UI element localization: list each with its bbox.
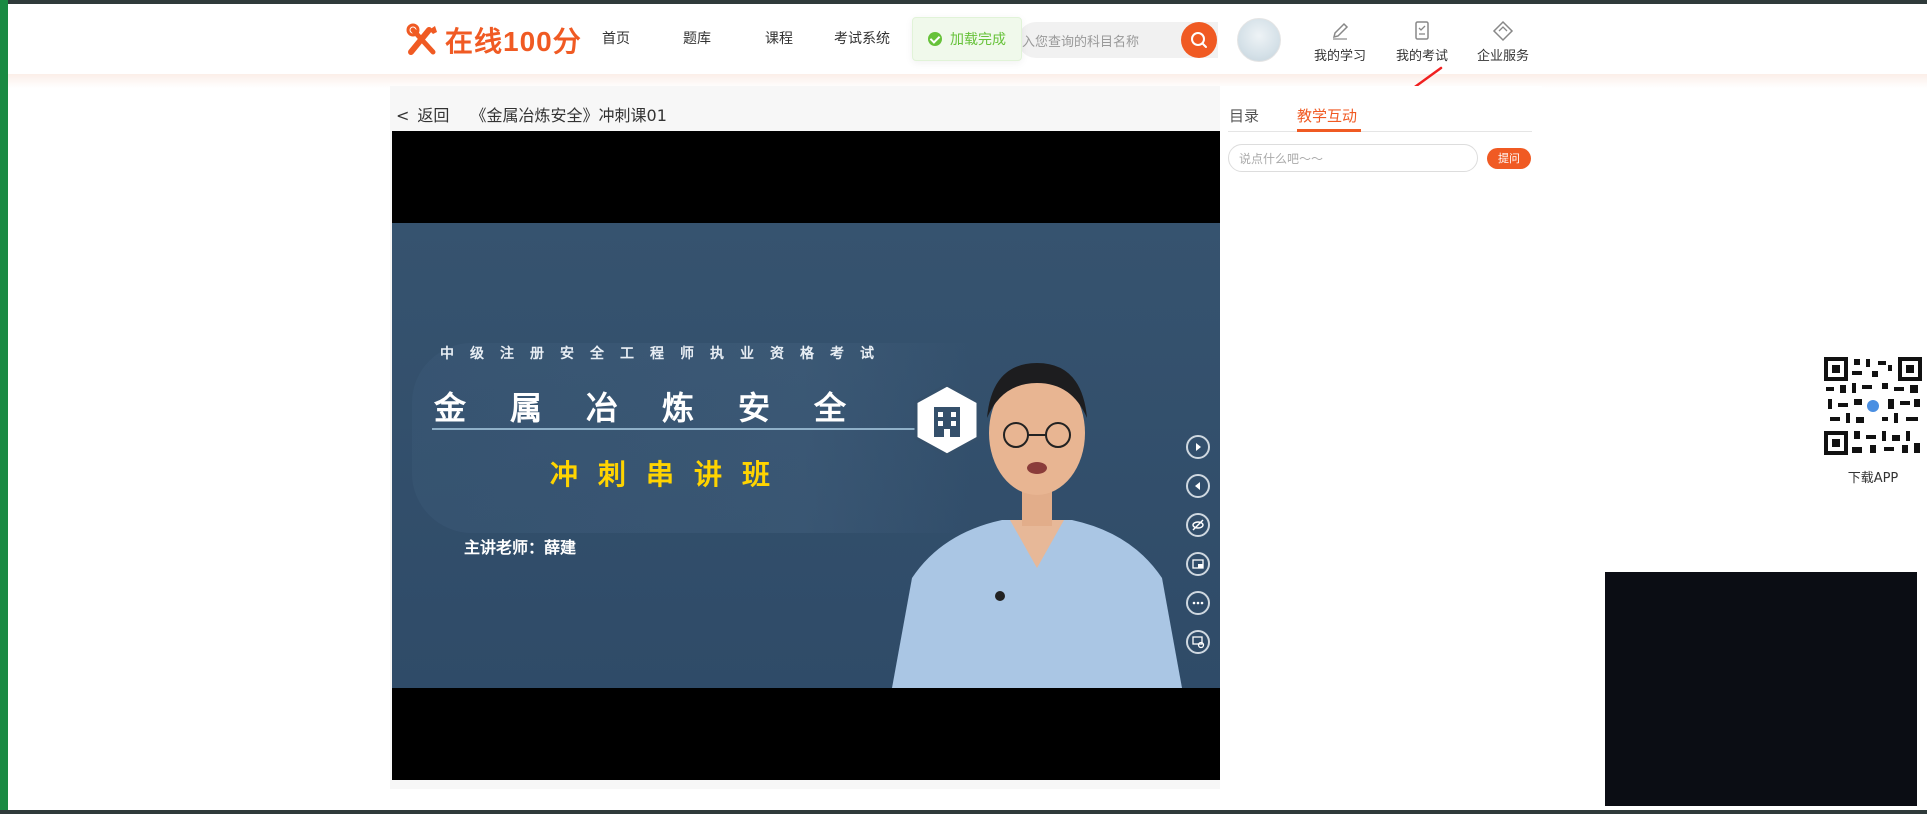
site-logo[interactable]: 在线100分 xyxy=(405,20,582,60)
active-tab-indicator xyxy=(1297,129,1361,132)
back-arrow-icon: < xyxy=(396,106,410,125)
more-icon[interactable] xyxy=(1186,591,1210,615)
tools-logo-icon xyxy=(405,22,441,58)
play-icon[interactable] xyxy=(1186,435,1210,459)
floating-video-window[interactable] xyxy=(1605,572,1917,806)
tab-divider xyxy=(1228,131,1532,132)
my-learning-label: 我的学习 xyxy=(1313,49,1366,64)
ask-button[interactable]: 提问 xyxy=(1487,148,1531,169)
back-label: 返回 xyxy=(417,106,450,125)
qr-code-icon xyxy=(1824,357,1922,455)
previous-icon[interactable] xyxy=(1186,474,1210,498)
search-button[interactable] xyxy=(1181,22,1217,58)
hide-icon[interactable] xyxy=(1186,513,1210,537)
logo-text: 在线100分 xyxy=(445,26,582,57)
exam-icon xyxy=(1392,20,1452,42)
slide-teacher: 主讲老师：薛建 xyxy=(464,538,577,557)
my-learning-button[interactable]: 我的学习 xyxy=(1310,20,1370,64)
tab-catalog[interactable]: 目录 xyxy=(1229,105,1259,126)
course-title: 《金属冶炼安全》冲刺课01 xyxy=(470,106,667,125)
lecture-slide: 中级注册安全工程师执业资格考试 金属冶炼安全 冲刺串讲班 主讲老师：薛建 xyxy=(392,223,1220,688)
service-icon xyxy=(1473,20,1533,42)
slide-divider xyxy=(432,428,932,430)
my-exam-button[interactable]: 我的考试 xyxy=(1392,20,1452,64)
download-app-label: 下载APP xyxy=(1847,471,1899,486)
loading-complete-toast: 加载完成 xyxy=(912,17,1022,61)
slide-course-name: 金属冶炼安全 xyxy=(434,389,891,427)
nav-courses[interactable]: 课程 xyxy=(765,28,793,48)
tab-interaction[interactable]: 教学互动 xyxy=(1297,105,1357,126)
pencil-icon xyxy=(1310,20,1370,42)
enterprise-service-button[interactable]: 企业服务 xyxy=(1473,20,1533,64)
window-bottom-bar xyxy=(0,810,1927,814)
avatar[interactable] xyxy=(1237,18,1281,62)
nav-home[interactable]: 首页 xyxy=(602,28,630,48)
check-circle-icon xyxy=(928,32,942,46)
search-icon xyxy=(1191,32,1207,48)
app-download-qr-code[interactable] xyxy=(1822,355,1924,457)
window-left-edge xyxy=(0,0,8,814)
back-button[interactable]: < 返回 xyxy=(396,106,449,125)
enterprise-service-label: 企业服务 xyxy=(1476,49,1529,64)
video-player[interactable]: 中级注册安全工程师执业资格考试 金属冶炼安全 冲刺串讲班 主讲老师：薛建 xyxy=(392,131,1220,780)
presenter-video-frame xyxy=(892,363,1182,688)
comment-input[interactable]: 说点什么吧～～ xyxy=(1228,144,1478,172)
search-placeholder: 入您查询的科目名称 xyxy=(1022,35,1140,50)
player-title-bar: < 返回 《金属冶炼安全》冲刺课01 xyxy=(396,102,667,126)
comment-placeholder: 说点什么吧～～ xyxy=(1239,152,1324,166)
screen-search-icon[interactable] xyxy=(1186,630,1210,654)
nav-exam-system[interactable]: 考试系统 xyxy=(834,28,890,48)
side-panel xyxy=(1220,86,1542,789)
picture-in-picture-icon[interactable] xyxy=(1186,552,1210,576)
toast-text: 加载完成 xyxy=(950,32,1006,48)
slide-exam-name: 中级注册安全工程师执业资格考试 xyxy=(440,346,890,362)
nav-question-bank[interactable]: 题库 xyxy=(683,28,711,48)
slide-class-name: 冲刺串讲班 xyxy=(550,458,791,491)
video-side-controls xyxy=(1186,435,1218,669)
